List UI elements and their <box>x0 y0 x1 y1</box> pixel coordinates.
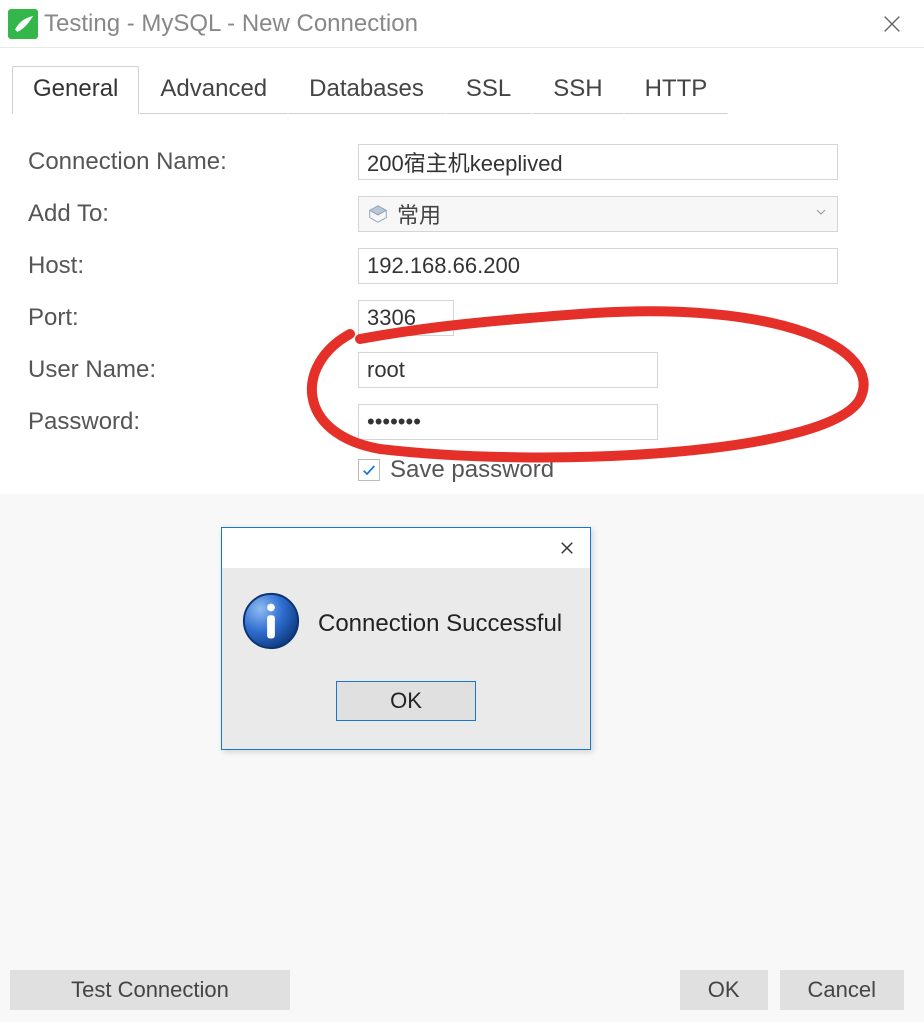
message-dialog: Connection Successful OK <box>221 527 591 750</box>
message-dialog-titlebar <box>222 528 590 568</box>
titlebar: Testing - MySQL - New Connection <box>0 0 924 48</box>
label-add-to: Add To: <box>28 200 358 228</box>
tab-ssh[interactable]: SSH <box>532 66 623 114</box>
cancel-button[interactable]: Cancel <box>780 970 904 1010</box>
dialog-close-button[interactable] <box>550 531 584 565</box>
password-input[interactable] <box>358 404 658 440</box>
label-port: Port: <box>28 304 358 332</box>
info-icon <box>240 590 302 657</box>
dialog-message: Connection Successful <box>318 610 562 638</box>
host-input[interactable] <box>358 248 838 284</box>
folder-cube-icon <box>367 203 389 225</box>
save-password-checkbox[interactable] <box>358 459 380 481</box>
window-close-button[interactable] <box>868 0 916 48</box>
tab-http[interactable]: HTTP <box>624 66 729 114</box>
tab-advanced[interactable]: Advanced <box>139 66 288 114</box>
chevron-down-icon <box>813 204 829 225</box>
form-panel: Connection Name: Add To: 常用 Host: <box>0 114 924 494</box>
tab-ssl[interactable]: SSL <box>445 66 532 114</box>
label-host: Host: <box>28 252 358 280</box>
app-icon <box>8 9 38 39</box>
connection-name-input[interactable] <box>358 144 838 180</box>
dialog-ok-button[interactable]: OK <box>336 681 476 721</box>
add-to-select[interactable]: 常用 <box>358 196 838 232</box>
test-connection-button[interactable]: Test Connection <box>10 970 290 1010</box>
tab-general[interactable]: General <box>12 66 139 114</box>
add-to-value: 常用 <box>397 198 813 230</box>
save-password-label: Save password <box>390 456 554 484</box>
port-input[interactable] <box>358 300 454 336</box>
footer-bar: Test Connection OK Cancel <box>0 968 924 1022</box>
tab-databases[interactable]: Databases <box>288 66 445 114</box>
user-name-input[interactable] <box>358 352 658 388</box>
label-connection-name: Connection Name: <box>28 148 358 176</box>
label-user-name: User Name: <box>28 356 358 384</box>
ok-button[interactable]: OK <box>680 970 768 1010</box>
window-title: Testing - MySQL - New Connection <box>44 10 868 38</box>
label-password: Password: <box>28 408 358 436</box>
tab-bar: General Advanced Databases SSL SSH HTTP <box>0 48 924 114</box>
